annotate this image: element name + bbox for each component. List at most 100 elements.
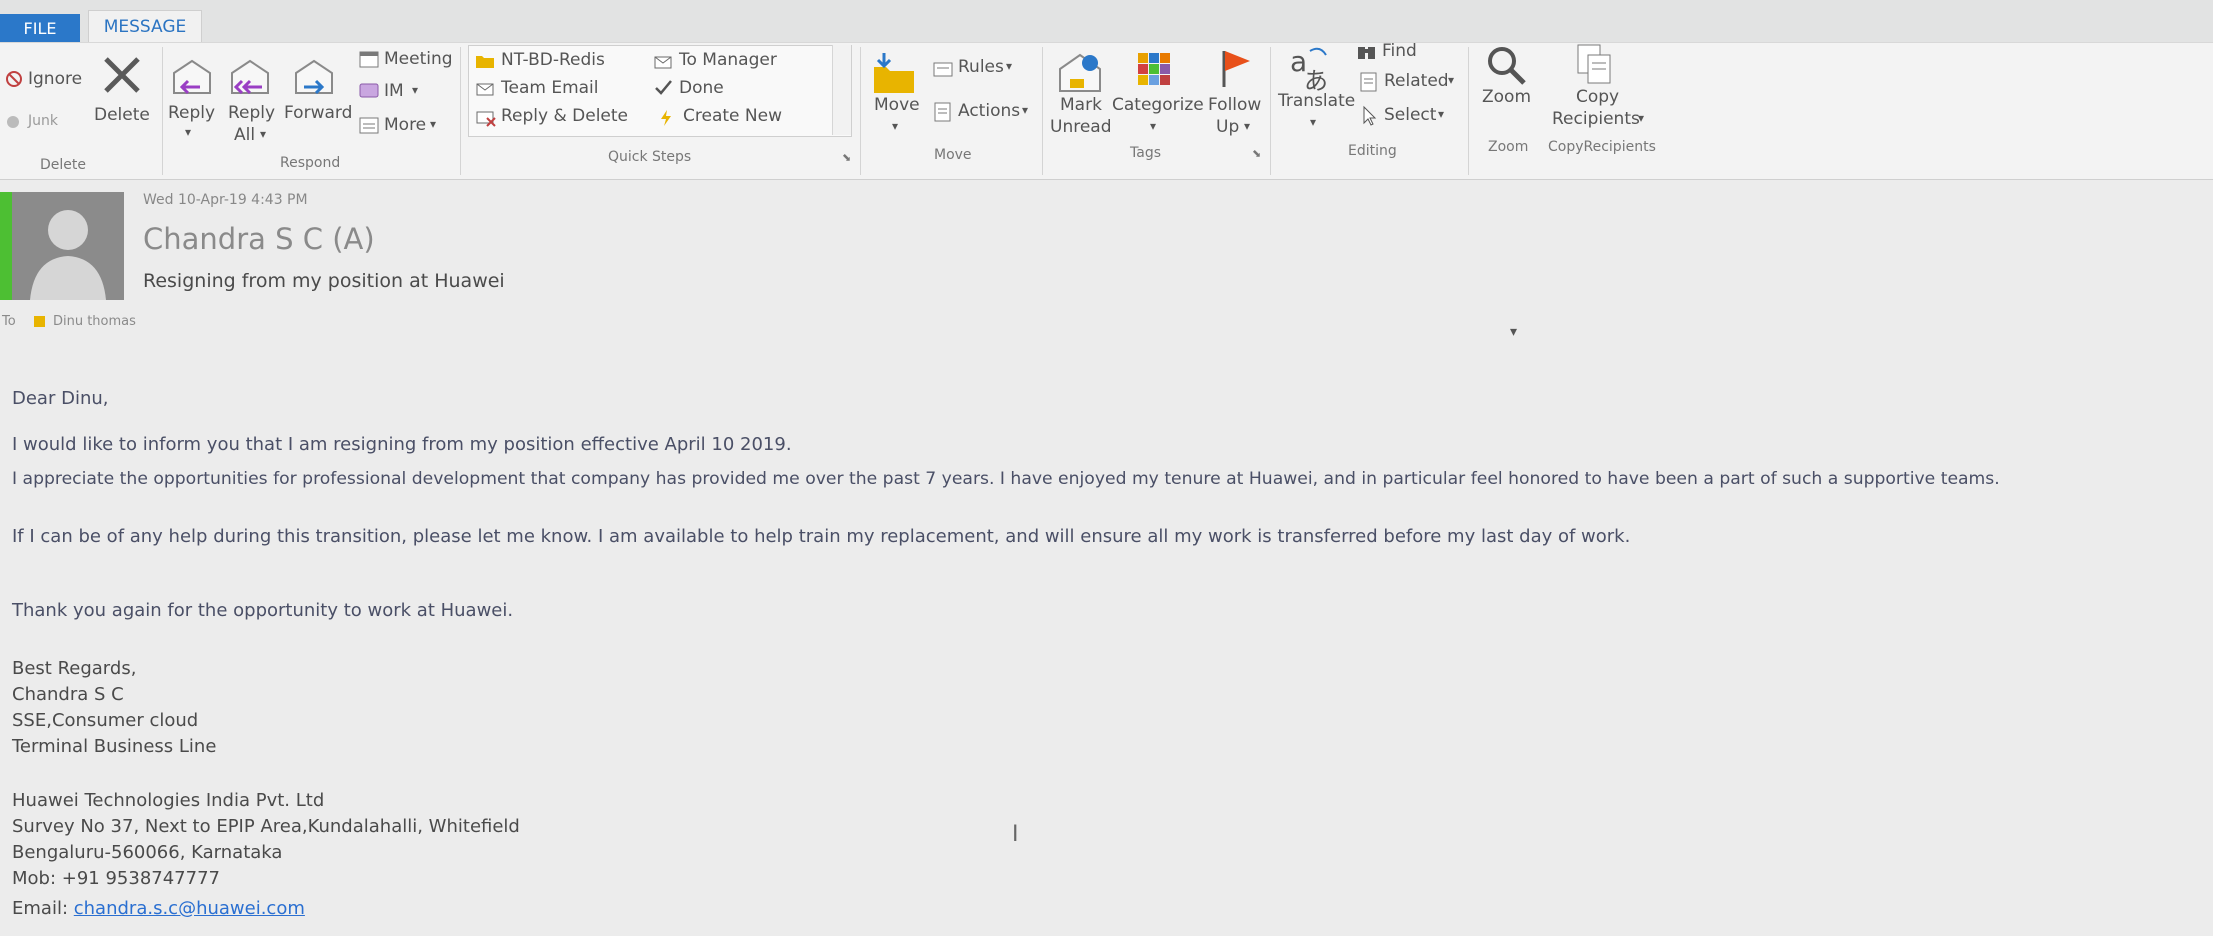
reply-all-label-2: All <box>234 125 256 145</box>
message-subject: Resigning from my position at Huawei <box>143 270 505 292</box>
im-dropdown-icon[interactable]: ▾ <box>412 83 418 97</box>
group-separator <box>460 47 461 175</box>
group-label-copy-recipients: CopyRecipients <box>1548 139 1656 155</box>
signature-line: Survey No 37, Next to EPIP Area,Kundalah… <box>12 816 520 837</box>
follow-up-flag-icon <box>1222 51 1250 87</box>
ignore-icon <box>6 71 22 87</box>
quick-step-to-manager[interactable]: To Manager <box>679 50 777 70</box>
group-separator <box>162 47 163 175</box>
sender-avatar[interactable] <box>0 192 124 300</box>
body-greeting: Dear Dinu, <box>12 388 109 409</box>
group-label-delete: Delete <box>40 157 86 173</box>
signature-line: Best Regards, <box>12 658 137 679</box>
actions-icon <box>934 102 951 122</box>
select-dropdown-icon[interactable]: ▾ <box>1438 107 1444 121</box>
signature-line: SSE,Consumer cloud <box>12 710 199 731</box>
mark-unread-icon <box>1059 53 1101 92</box>
sender-name[interactable]: Chandra S C (A) <box>143 222 375 256</box>
signature-line: Terminal Business Line <box>12 736 217 757</box>
delete-button[interactable]: Delete <box>94 105 150 125</box>
actions-dropdown-icon[interactable]: ▾ <box>1022 103 1028 117</box>
group-separator <box>1468 47 1469 175</box>
group-label-move: Move <box>934 147 972 163</box>
move-dropdown-icon[interactable]: ▾ <box>892 119 898 133</box>
group-separator <box>1270 47 1271 175</box>
reply-delete-icon <box>476 111 496 127</box>
quick-step-nt-bd-redis[interactable]: NT-BD-Redis <box>501 50 605 70</box>
team-email-icon <box>476 83 494 96</box>
translate-button[interactable]: Translate <box>1278 91 1355 111</box>
group-label-quick-steps: Quick Steps <box>608 149 692 165</box>
rules-dropdown-icon[interactable]: ▾ <box>1006 59 1012 73</box>
reply-all-icon <box>231 59 269 95</box>
cursor-select-icon <box>1363 105 1377 126</box>
select-button[interactable]: Select <box>1384 105 1436 125</box>
dialog-launcher-icon[interactable]: ⬊ <box>842 151 851 164</box>
categorize-dropdown-icon[interactable]: ▾ <box>1150 119 1156 133</box>
quick-steps-scrollbar[interactable] <box>832 45 851 135</box>
im-icon <box>359 83 379 98</box>
body-paragraph: I would like to inform you that I am res… <box>12 434 792 455</box>
reply-all-button[interactable]: Reply <box>228 103 275 123</box>
junk-button[interactable]: Junk <box>28 113 58 129</box>
follow-up-label-2: Up <box>1216 117 1240 137</box>
ribbon-tab-bar: FILE MESSAGE <box>0 0 2213 44</box>
signature-line: Mob: +91 9538747777 <box>12 868 220 889</box>
body-paragraph: If I can be of any help during this tran… <box>12 526 1631 547</box>
zoom-magnifier-icon <box>1488 47 1526 85</box>
svg-text:あ: あ <box>1304 67 1328 93</box>
move-folder-icon <box>874 53 914 93</box>
reply-button[interactable]: Reply <box>168 103 215 123</box>
quick-step-team-email[interactable]: Team Email <box>501 78 599 98</box>
email-link[interactable]: chandra.s.c@huawei.com <box>74 898 305 919</box>
zoom-button[interactable]: Zoom <box>1482 87 1531 107</box>
forward-icon <box>295 59 333 95</box>
mark-unread-label-2: Unread <box>1050 117 1112 137</box>
follow-up-button[interactable]: Follow <box>1208 95 1261 115</box>
ribbon: Ignore Junk Delete Delete Reply ▾ Reply … <box>0 41 2213 180</box>
signature-line: Bengaluru-560066, Karnataka <box>12 842 283 863</box>
tab-message[interactable]: MESSAGE <box>88 10 202 43</box>
related-dropdown-icon[interactable]: ▾ <box>1448 73 1454 87</box>
more-respond-icon <box>359 117 379 134</box>
reply-all-dropdown-icon[interactable]: ▾ <box>260 127 266 141</box>
stray-mark: ▾ <box>1510 324 1518 340</box>
tab-file[interactable]: FILE <box>0 14 80 44</box>
tags-dialog-launcher-icon[interactable]: ⬊ <box>1252 147 1261 160</box>
person-silhouette-icon <box>30 210 106 300</box>
ignore-button[interactable]: Ignore <box>28 69 82 89</box>
body-paragraph: Thank you again for the opportunity to w… <box>12 600 514 621</box>
quick-step-done[interactable]: Done <box>679 78 724 98</box>
rules-button[interactable]: Rules <box>958 57 1004 77</box>
group-label-tags: Tags <box>1130 145 1161 161</box>
meeting-button[interactable]: Meeting <box>384 49 453 69</box>
copy-recipients-label-2: Recipients <box>1552 109 1640 129</box>
reply-dropdown-icon[interactable]: ▾ <box>185 125 191 139</box>
recipient-presence-icon <box>33 316 45 327</box>
email-label: Email: <box>12 898 69 919</box>
copy-recipients-dropdown-icon[interactable]: ▾ <box>1638 111 1644 125</box>
quick-steps-gallery: NT-BD-Redis To Manager Team Email Done R… <box>468 45 852 137</box>
translate-dropdown-icon[interactable]: ▾ <box>1310 115 1316 129</box>
more-dropdown-icon[interactable]: ▾ <box>430 117 436 131</box>
copy-recipients-button[interactable]: Copy <box>1576 87 1619 107</box>
rules-icon <box>933 62 953 77</box>
categorize-button[interactable]: Categorize <box>1112 95 1204 115</box>
actions-button[interactable]: Actions <box>958 101 1020 121</box>
find-button[interactable]: Find <box>1382 41 1417 61</box>
move-button[interactable]: Move <box>874 95 920 115</box>
folder-icon <box>476 56 494 68</box>
more-respond-button[interactable]: More <box>384 115 426 135</box>
forward-button[interactable]: Forward <box>284 103 352 123</box>
related-button[interactable]: Related <box>1384 71 1449 91</box>
binoculars-icon <box>1358 47 1375 59</box>
recipient-name[interactable]: Dinu thomas <box>53 314 136 329</box>
follow-up-dropdown-icon[interactable]: ▾ <box>1244 119 1250 133</box>
mark-unread-button[interactable]: Mark <box>1060 95 1102 115</box>
related-icon <box>1360 72 1377 92</box>
im-button[interactable]: IM <box>384 81 404 101</box>
quick-step-reply-delete[interactable]: Reply & Delete <box>501 106 628 126</box>
quick-step-create-new[interactable]: Create New <box>683 106 782 126</box>
group-label-zoom: Zoom <box>1488 139 1529 155</box>
meeting-icon <box>359 51 379 68</box>
